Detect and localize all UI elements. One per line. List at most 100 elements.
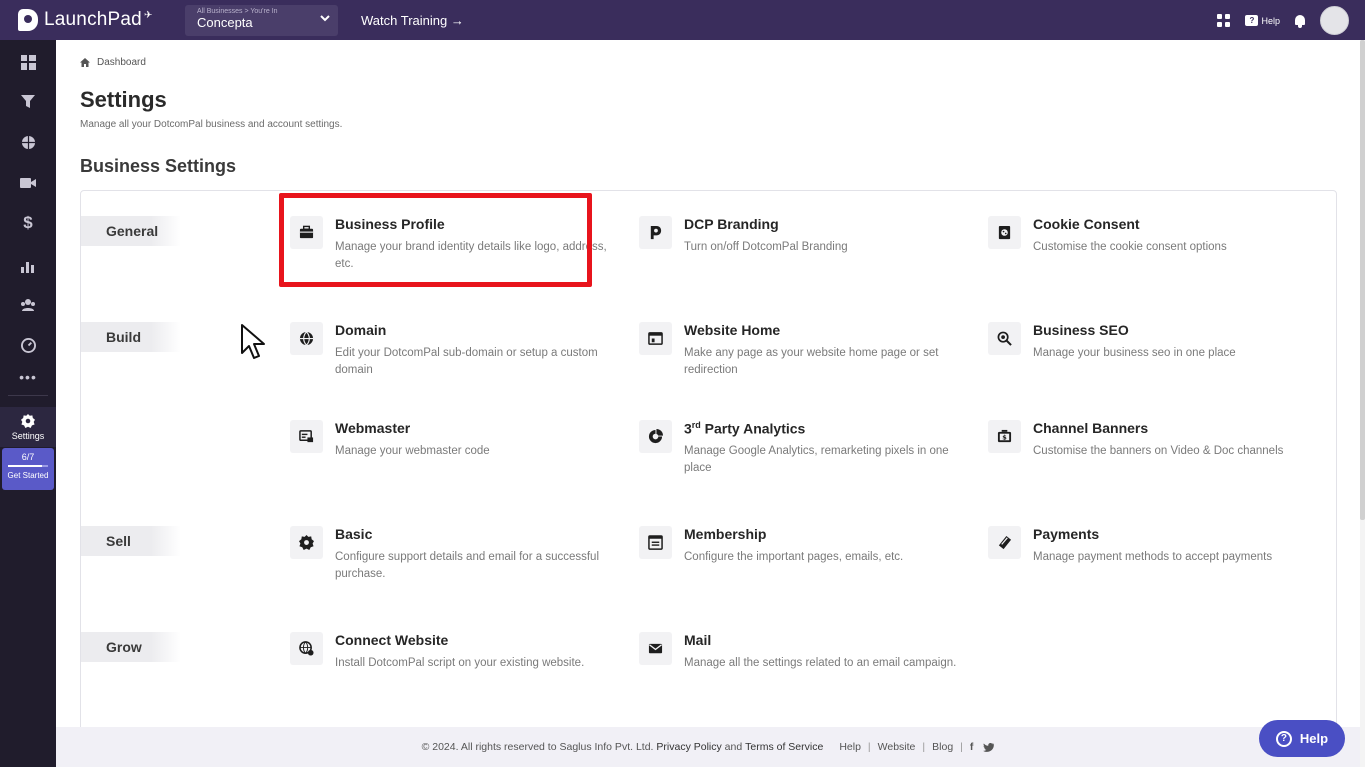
logo-mark-icon [18, 9, 38, 31]
business-selector-hint: All Businesses > You're In [197, 7, 278, 15]
sidebar-item-settings[interactable]: Settings [0, 407, 56, 447]
breadcrumb: Dashboard [80, 57, 146, 68]
business-settings-card: General Build Sell Grow Business Profile… [80, 190, 1337, 727]
bell-icon[interactable] [1294, 14, 1306, 28]
setting-desc: Customise the banners on Video & Doc cha… [1033, 445, 1284, 457]
setting-title: Membership [684, 526, 767, 542]
setting-cookie-consent[interactable]: Cookie Consent Customise the cookie cons… [988, 216, 1318, 276]
get-started-widget[interactable]: 6/7 Get Started [2, 448, 54, 490]
avatar[interactable] [1320, 6, 1349, 35]
business-selector[interactable]: All Businesses > You're In Concepta [185, 4, 338, 36]
help-floating-button[interactable]: ? Help [1259, 720, 1345, 757]
question-circle-icon: ? [1275, 730, 1292, 747]
video-icon[interactable] [0, 172, 56, 194]
setting-desc: Customise the cookie consent options [1033, 241, 1227, 253]
setting-desc: Turn on/off DotcomPal Branding [684, 241, 848, 253]
setting-third-party-analytics[interactable]: 3rd Party Analytics Manage Google Analyt… [639, 420, 969, 480]
setting-desc: Make any page as your website home page … [684, 347, 939, 376]
footer-separator: | [960, 741, 963, 753]
help-top-button[interactable]: ? Help [1245, 15, 1280, 26]
cookie-icon [988, 216, 1021, 249]
dollar-icon[interactable]: $ [0, 212, 56, 234]
top-right-actions: ? Help [1217, 6, 1349, 35]
mouse-cursor-icon [241, 324, 265, 359]
connect-globe-icon [290, 632, 323, 665]
setting-webmaster[interactable]: Webmaster Manage your webmaster code [290, 420, 620, 480]
setting-domain[interactable]: Domain Edit your DotcomPal sub-domain or… [290, 322, 620, 382]
top-bar: LaunchPad ✈ All Businesses > You're In C… [0, 0, 1365, 40]
setting-basic[interactable]: Basic Configure support details and emai… [290, 526, 620, 586]
highlight-box [279, 193, 592, 287]
dashboard-icon[interactable] [0, 51, 56, 73]
footer-terms-link[interactable]: Terms of Service [745, 741, 823, 753]
setting-business-seo[interactable]: Business SEO Manage your business seo in… [988, 322, 1318, 382]
membership-icon [639, 526, 672, 559]
svg-text:$: $ [1002, 434, 1007, 442]
setting-connect-website[interactable]: Connect Website Install DotcomPal script… [290, 632, 620, 692]
setting-title: Business SEO [1033, 322, 1129, 338]
setting-title: 3rd Party Analytics [684, 420, 806, 437]
page-subtitle: Manage all your DotcomPal business and a… [80, 119, 343, 130]
footer-separator: | [922, 741, 926, 753]
setting-title: Webmaster [335, 420, 411, 436]
funnel-icon[interactable] [0, 91, 56, 113]
speedometer-icon[interactable] [0, 334, 56, 356]
setting-desc: Manage your webmaster code [335, 445, 490, 457]
breadcrumb-dashboard[interactable]: Dashboard [97, 57, 146, 68]
sidebar-divider [8, 395, 48, 396]
footer-and: and [724, 741, 743, 753]
more-dots-icon[interactable]: ••• [0, 366, 56, 388]
setting-channel-banners[interactable]: $ Channel Banners Customise the banners … [988, 420, 1318, 480]
get-started-progress [8, 465, 48, 467]
footer-website-link[interactable]: Website [878, 741, 916, 753]
sidebar-settings-label: Settings [11, 430, 45, 441]
help-top-label: Help [1261, 15, 1280, 26]
get-started-label: Get Started [7, 471, 49, 480]
setting-desc: Manage all the settings related to an em… [684, 657, 957, 669]
launchpad-logo[interactable]: LaunchPad ✈ [18, 9, 178, 31]
setting-title: Connect Website [335, 632, 449, 648]
seo-search-icon [988, 322, 1021, 355]
analytics-bars-icon[interactable] [0, 255, 56, 277]
group-label-general: General [81, 216, 181, 246]
gear-icon [290, 526, 323, 559]
analytics-icon [639, 420, 672, 453]
page-title: Settings [80, 87, 167, 112]
setting-title: Website Home [684, 322, 781, 338]
setting-dcp-branding[interactable]: DCP Branding Turn on/off DotcomPal Brand… [639, 216, 969, 276]
setting-payments[interactable]: Payments Manage payment methods to accep… [988, 526, 1318, 586]
question-icon: ? [1245, 15, 1259, 26]
setting-title: Basic [335, 526, 373, 542]
setting-membership[interactable]: Membership Configure the important pages… [639, 526, 969, 586]
footer-blog-link[interactable]: Blog [932, 741, 953, 753]
mail-icon [639, 632, 672, 665]
scrollbar-thumb[interactable] [1360, 40, 1365, 520]
chevron-down-icon [320, 13, 330, 26]
webmaster-icon [290, 420, 323, 453]
footer-privacy-link[interactable]: Privacy Policy [656, 741, 721, 753]
setting-title: Domain [335, 322, 387, 338]
setting-title: DCP Branding [684, 216, 779, 232]
home-icon [80, 58, 90, 67]
facebook-icon[interactable]: f [970, 741, 974, 753]
section-title: Business Settings [80, 156, 237, 176]
main-content: Dashboard Settings Manage all your Dotco… [56, 40, 1360, 727]
setting-title: Mail [684, 632, 712, 648]
webpage-icon [639, 322, 672, 355]
setting-title: Channel Banners [1033, 420, 1149, 436]
page-scrollbar[interactable] [1360, 40, 1365, 767]
help-floating-label: Help [1299, 731, 1329, 746]
setting-mail[interactable]: Mail Manage all the settings related to … [639, 632, 969, 692]
logo-text: LaunchPad [44, 9, 142, 30]
setting-website-home[interactable]: Website Home Make any page as your websi… [639, 322, 969, 382]
business-selector-value: Concepta [197, 14, 253, 30]
setting-desc: Configure support details and email for … [335, 551, 600, 580]
gear-icon [21, 413, 35, 428]
get-started-count: 6/7 [21, 452, 35, 462]
website-globe-icon[interactable] [0, 131, 56, 153]
users-group-icon[interactable] [0, 294, 56, 316]
twitter-icon[interactable] [983, 742, 995, 752]
apps-grid-icon[interactable] [1217, 13, 1231, 28]
footer-help-link[interactable]: Help [839, 741, 861, 753]
watch-training-link[interactable]: Watch Training → [361, 13, 464, 28]
